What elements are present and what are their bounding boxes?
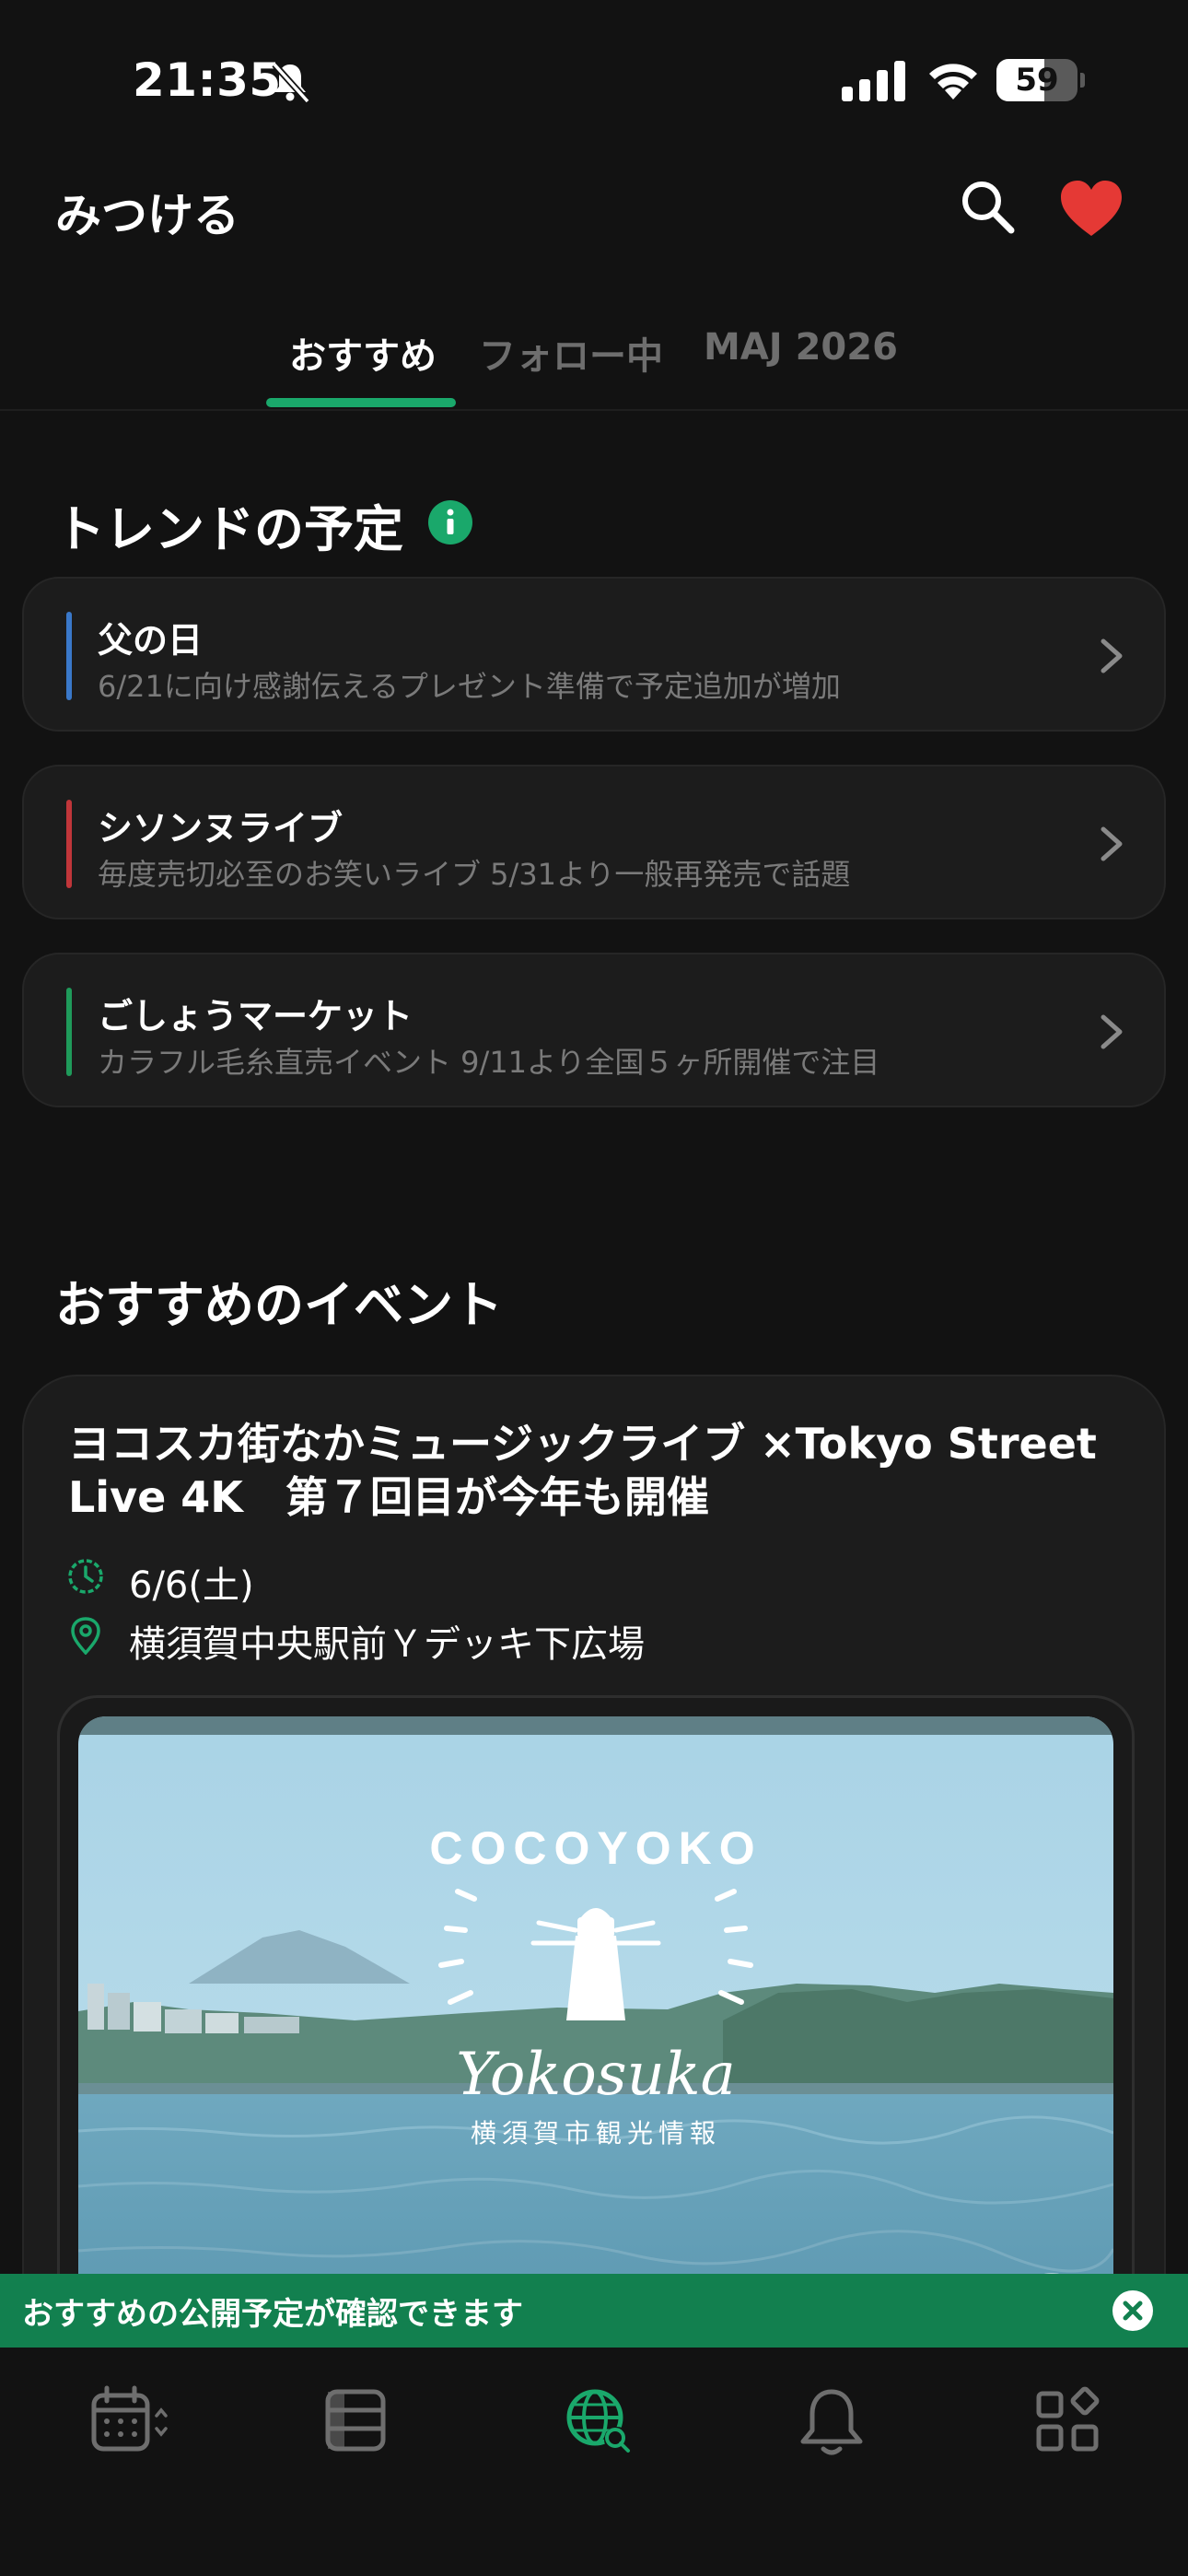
- info-icon[interactable]: [427, 499, 473, 545]
- events-section-title: おすすめのイベント: [55, 1276, 503, 1334]
- wifi-icon: [929, 64, 977, 100]
- active-tab-indicator: [266, 398, 456, 407]
- trend-card-gosho-market[interactable]: ごしょうマーケット カラフル毛糸直売イベント 9/11より全国５ヶ所開催で注目: [22, 953, 1166, 1107]
- logo-text-cocoyoko: COCOYOKO: [429, 1822, 762, 1874]
- bell-icon[interactable]: [790, 2381, 873, 2464]
- status-time: 21:35: [133, 53, 282, 107]
- logo-caption: 横須賀市観光情報: [471, 2118, 721, 2149]
- trend-title: 父の日: [98, 620, 204, 661]
- chevron-right-icon: [1101, 1014, 1123, 1049]
- trend-title: シソンヌライブ: [98, 808, 344, 849]
- toast-text: おすすめの公開予定が確認できます: [22, 2296, 523, 2333]
- battery-percent: 59: [1015, 62, 1059, 99]
- trend-accent-bar: [66, 988, 72, 1076]
- bell-off-icon: [272, 62, 310, 104]
- trend-accent-bar: [66, 800, 72, 888]
- trend-description: 6/21に向け感謝伝えるプレゼント準備で予定追加が増加: [98, 669, 841, 704]
- trend-card-fathers-day[interactable]: 父の日 6/21に向け感謝伝えるプレゼント準備で予定追加が増加: [22, 577, 1166, 732]
- tab-maj-2026[interactable]: MAJ 2026: [704, 326, 898, 369]
- tab-recommended[interactable]: おすすめ: [289, 326, 437, 380]
- list-icon[interactable]: [315, 2381, 398, 2464]
- calendar-icon[interactable]: [88, 2381, 171, 2464]
- tab-following[interactable]: フォロー中: [479, 326, 663, 380]
- event-place: 横須賀中央駅前Ｙデッキ下広場: [129, 1623, 645, 1666]
- page-title: みつける: [55, 189, 239, 242]
- toast-banner: おすすめの公開予定が確認できます: [0, 2274, 1188, 2348]
- bottom-tab-bar: [0, 2348, 1188, 2576]
- trend-description: カラフル毛糸直売イベント 9/11より全国５ヶ所開催で注目: [98, 1045, 880, 1080]
- yokosuka-photo: COCOYOKO Yokosuka 横須賀市観光情報: [78, 1716, 1113, 2339]
- trend-accent-bar: [66, 612, 72, 700]
- chevron-right-icon: [1101, 638, 1123, 673]
- globe-search-icon[interactable]: [558, 2381, 641, 2464]
- heart-icon[interactable]: [1059, 179, 1124, 238]
- signal-icon: [842, 61, 905, 101]
- chevron-right-icon: [1101, 826, 1123, 861]
- apps-icon[interactable]: [1030, 2381, 1112, 2464]
- clock-icon: [68, 1559, 103, 1594]
- trend-section-title: トレンドの予定: [55, 500, 403, 558]
- event-date: 6/6(土): [129, 1564, 254, 1607]
- status-bar: 21:35 59: [0, 0, 1188, 147]
- trend-card-sissonne-live[interactable]: シソンヌライブ 毎度売切必至のお笑いライブ 5/31より一般再発売で話題: [22, 765, 1166, 919]
- trend-description: 毎度売切必至のお笑いライブ 5/31より一般再発売で話題: [98, 857, 851, 892]
- logo-text-yokosuka: Yokosuka: [456, 2041, 736, 2109]
- trend-title: ごしょうマーケット: [98, 996, 413, 1036]
- search-icon[interactable]: [958, 177, 1017, 236]
- event-title: ヨコスカ街なかミュージックライブ ×Tokyo Street Live 4K 第…: [68, 1419, 1097, 1522]
- close-icon[interactable]: [1112, 2289, 1154, 2332]
- event-image-frame[interactable]: COCOYOKO Yokosuka 横須賀市観光情報: [57, 1695, 1135, 2359]
- tab-bar-top: おすすめ フォロー中 MAJ 2026: [0, 317, 1188, 411]
- location-pin-icon: [71, 1617, 100, 1655]
- event-image: COCOYOKO Yokosuka 横須賀市観光情報: [78, 1716, 1113, 2339]
- event-card[interactable]: ヨコスカ街なかミュージックライブ ×Tokyo Street Live 4K 第…: [22, 1375, 1166, 2388]
- battery-indicator: 59: [996, 59, 1085, 101]
